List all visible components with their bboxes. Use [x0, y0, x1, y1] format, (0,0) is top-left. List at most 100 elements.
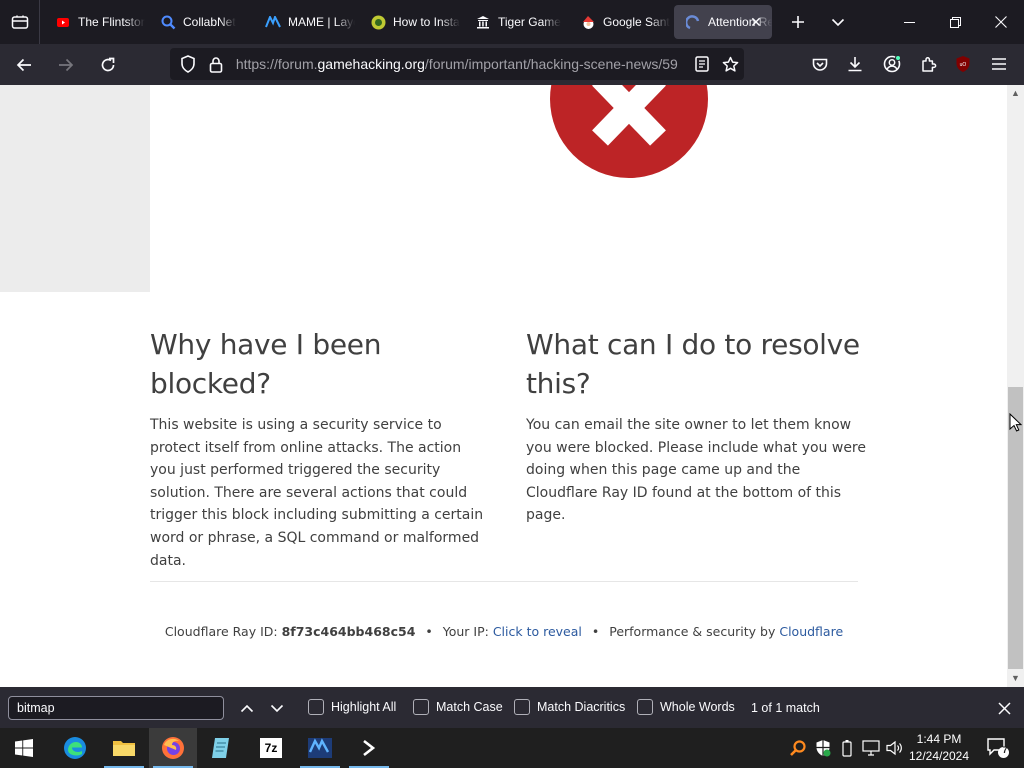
- ip-label: Your IP:: [442, 624, 489, 639]
- reload-button[interactable]: [90, 49, 126, 81]
- cloudflare-footer: Cloudflare Ray ID: 8f73c464bb468c54 • Yo…: [150, 624, 858, 639]
- minimize-button[interactable]: [886, 0, 932, 44]
- ublock-shield-icon: uO: [956, 56, 970, 72]
- taskbar-7zip[interactable]: 7z: [247, 728, 295, 768]
- svg-text:uO: uO: [960, 62, 967, 68]
- ublock-origin-button[interactable]: uO: [947, 48, 979, 80]
- cloudflare-link[interactable]: Cloudflare: [779, 624, 843, 639]
- ray-id-label: Cloudflare Ray ID:: [164, 624, 278, 639]
- whole-words-checkbox[interactable]: Whole Words: [637, 699, 735, 715]
- back-arrow-icon: [16, 58, 31, 71]
- plus-icon: [792, 16, 804, 28]
- battery-icon[interactable]: [836, 728, 858, 768]
- tab-label: CollabNet: [183, 15, 236, 29]
- museum-icon: [475, 14, 491, 30]
- highlight-all-checkbox[interactable]: Highlight All: [308, 699, 396, 715]
- tab-overview-button[interactable]: [0, 0, 40, 44]
- page-content: Why have I been blocked? This website is…: [0, 85, 1007, 687]
- match-diacritics-checkbox[interactable]: Match Diacritics: [514, 699, 625, 715]
- taskbar-terminal[interactable]: [345, 728, 393, 768]
- tab-flintstones[interactable]: The Flintstones: [44, 5, 145, 39]
- close-tab-icon[interactable]: ✕: [748, 14, 764, 30]
- terminal-prompt-icon: [363, 739, 376, 757]
- back-button[interactable]: [6, 49, 42, 81]
- vertical-scrollbar[interactable]: ▲ ▼: [1007, 85, 1024, 687]
- new-tab-button[interactable]: [778, 0, 818, 44]
- tracking-protection-icon[interactable]: [174, 55, 202, 73]
- windows-logo-icon: [15, 739, 33, 757]
- screenshot-placeholder: [0, 85, 150, 292]
- resolve-heading: What can I do to resolve this?: [526, 328, 860, 400]
- puzzle-icon: [921, 56, 936, 72]
- clock-time: 1:44 PM: [916, 732, 962, 746]
- download-icon: [848, 57, 862, 72]
- checkbox[interactable]: [514, 699, 530, 715]
- 7zip-icon: 7z: [260, 738, 282, 758]
- match-case-label: Match Case: [436, 700, 503, 714]
- footer-divider: [150, 581, 858, 582]
- find-previous-button[interactable]: [234, 695, 260, 721]
- pocket-button[interactable]: [804, 48, 836, 80]
- pocket-icon: [812, 58, 828, 71]
- taskbar-firefox[interactable]: [149, 728, 197, 768]
- url-text[interactable]: https://forum.gamehacking.org/forum/impo…: [236, 56, 688, 72]
- list-all-tabs-button[interactable]: [818, 0, 858, 44]
- tab-strip: The Flintstones CollabNet MAME | Layout …: [0, 0, 1024, 44]
- error-x-icon: [550, 85, 708, 178]
- tab-label: Google Santa: [603, 15, 670, 29]
- checkbox[interactable]: [413, 699, 429, 715]
- tab-attention-required[interactable]: Attention Required! ✕: [674, 5, 772, 39]
- taskbar-notepad[interactable]: [198, 728, 246, 768]
- bookmark-star-icon[interactable]: [716, 56, 744, 73]
- start-button[interactable]: [0, 728, 48, 768]
- forward-arrow-icon: [59, 58, 74, 71]
- hamburger-menu-icon: [992, 58, 1006, 70]
- close-window-button[interactable]: [978, 0, 1024, 44]
- windows-security-icon[interactable]: [812, 728, 834, 768]
- notification-center-button[interactable]: 7: [980, 728, 1016, 768]
- taskbar-edge[interactable]: [51, 728, 99, 768]
- find-next-button[interactable]: [264, 695, 290, 721]
- mame-icon: [308, 738, 332, 758]
- system-clock[interactable]: 1:44 PM 12/24/2024: [906, 731, 972, 765]
- forward-button[interactable]: [48, 49, 84, 81]
- notification-count-badge: 7: [1002, 745, 1008, 755]
- tab-google-santa[interactable]: Google Santa: [569, 5, 670, 39]
- restore-button[interactable]: [932, 0, 978, 44]
- resolve-text: You can email the site owner to let them…: [526, 417, 866, 524]
- lock-icon[interactable]: [202, 56, 230, 73]
- scroll-down-arrow-icon[interactable]: ▼: [1007, 670, 1024, 687]
- ray-id-value: 8f73c464bb468c54: [281, 624, 416, 639]
- taskbar-file-explorer[interactable]: [100, 728, 148, 768]
- cloudflare-icon: [685, 14, 701, 30]
- tab-tiger-game[interactable]: Tiger Game: [464, 5, 565, 39]
- match-case-checkbox[interactable]: Match Case: [413, 699, 503, 715]
- close-find-bar-button[interactable]: [992, 696, 1016, 720]
- taskbar-mame[interactable]: [296, 728, 344, 768]
- network-icon[interactable]: [860, 728, 882, 768]
- tab-overview-icon: [11, 15, 28, 29]
- app-menu-button[interactable]: [983, 48, 1015, 80]
- scroll-up-arrow-icon[interactable]: ▲: [1007, 85, 1024, 102]
- tab-mame[interactable]: MAME | Layout: [254, 5, 355, 39]
- reload-icon: [101, 57, 115, 71]
- notepad-icon: [212, 738, 229, 758]
- url-prefix: https://forum.: [235, 56, 318, 72]
- firefox-icon: [162, 737, 184, 759]
- tab-collabnet[interactable]: CollabNet: [149, 5, 250, 39]
- url-bar[interactable]: https://forum.gamehacking.org/forum/impo…: [170, 48, 744, 80]
- reader-view-icon[interactable]: [688, 56, 716, 72]
- reveal-ip-link[interactable]: Click to reveal: [493, 624, 582, 639]
- tab-how-to-install[interactable]: How to Install: [359, 5, 460, 39]
- find-input[interactable]: bitmap: [8, 696, 224, 720]
- extensions-button[interactable]: [912, 48, 944, 80]
- account-icon: [883, 55, 901, 73]
- restore-icon: [949, 16, 961, 28]
- downloads-button[interactable]: [839, 48, 871, 80]
- checkbox[interactable]: [637, 699, 653, 715]
- chevron-up-icon: [240, 704, 254, 712]
- tray-search-icon[interactable]: [786, 728, 810, 768]
- volume-icon[interactable]: [884, 728, 906, 768]
- account-button[interactable]: [876, 48, 908, 80]
- checkbox[interactable]: [308, 699, 324, 715]
